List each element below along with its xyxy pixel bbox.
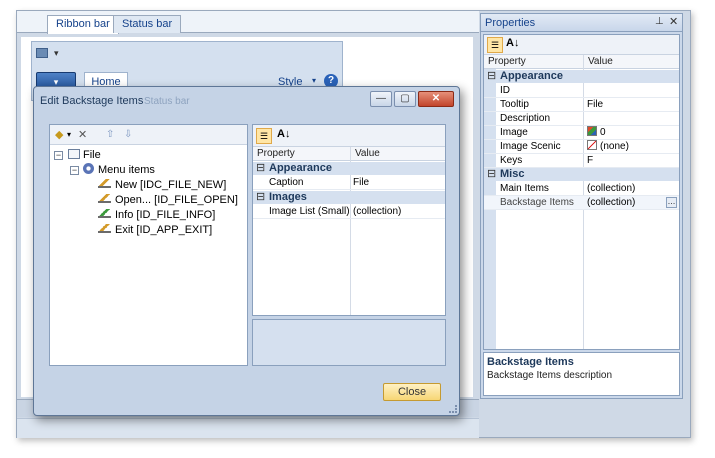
properties-category-appearance[interactable]: ⊟ Appearance [484,70,679,83]
collapse-icon[interactable]: ⊟ [256,191,265,204]
properties-title: Properties [485,17,536,29]
properties-description: Backstage Items Backstage Items descript… [483,352,680,396]
property-row-main-items[interactable]: Main Items (collection) [484,182,679,196]
edit-backstage-dialog: Edit Backstage Items Status bar — ▢ ✕ ◆ … [33,86,460,416]
collapse-icon[interactable]: ⊟ [487,70,496,83]
property-value[interactable]: (collection) [353,205,401,219]
properties-panel: Properties ⊥ ✕ ☰ A↓ Property Value ⊟ App… [480,13,683,399]
dialog-ghost-label: Status bar [144,96,190,107]
property-row-id[interactable]: ID [484,84,679,98]
sort-alpha-icon[interactable]: A↓ [506,37,519,49]
grid-header: Property Value [253,147,445,161]
dialog-property-grid: ☰ A↓ Property Value ⊟ Appearance Caption… [252,124,446,316]
properties-header-property: Property [488,56,526,67]
collapse-icon[interactable]: − [54,151,63,160]
editor-tabstrip: Ribbon bar Status bar [17,11,479,34]
property-row-backstage-items[interactable]: Backstage Items (collection) … [484,196,679,210]
tree-item-label: Info [ID_FILE_INFO] [115,209,216,221]
properties-title-bar: Properties ⊥ ✕ [481,14,682,32]
command-icon [98,224,111,233]
command-icon [98,194,111,203]
description-title: Backstage Items [487,356,574,368]
editor-status-strip [17,418,479,438]
properties-grid: ☰ A↓ Property Value ⊟ Appearance ID Tool… [483,34,680,350]
description-text: Backstage Items description [487,370,613,381]
tree-item[interactable]: Exit [ID_APP_EXIT] [98,223,212,238]
gear-icon [83,163,94,174]
tree-toolbar: ◆ ▾ ✕ ⇧ ⇩ [50,125,247,145]
delete-icon[interactable]: ✕ [78,128,87,142]
property-row-tooltip[interactable]: Tooltip File [484,98,679,112]
property-row-description[interactable]: Description [484,112,679,126]
close-button[interactable]: Close [383,383,441,401]
grid-header-value: Value [355,148,380,159]
property-row-keys[interactable]: Keys F [484,154,679,168]
properties-header-value: Value [588,56,613,67]
grid-row[interactable]: Image List (Small) (collection) [253,205,445,219]
resize-grip-icon[interactable] [449,405,457,413]
grid-category-images[interactable]: ⊟ Images [253,191,445,204]
tree-root-label: File [83,149,101,161]
ellipsis-button[interactable]: … [666,197,677,208]
add-dropdown-icon[interactable]: ▾ [67,128,71,142]
tree-item-label: Exit [ID_APP_EXIT] [115,224,213,236]
collapse-icon[interactable]: − [70,166,79,175]
no-image-icon [587,140,597,150]
tree-item-label: Open... [ID_FILE_OPEN] [115,194,238,206]
properties-toolbar: ☰ A↓ [484,35,679,55]
dialog-close-icon[interactable]: ✕ [418,91,454,107]
grid-category-appearance[interactable]: ⊟ Appearance [253,162,445,175]
backstage-tree: ◆ ▾ ✕ ⇧ ⇩ − File − Menu items New [IDC_F… [49,124,248,366]
pin-icon[interactable]: ⊥ [655,16,664,27]
close-icon[interactable]: ✕ [669,15,678,28]
tree-item[interactable]: Info [ID_FILE_INFO] [98,208,215,223]
tab-status-bar[interactable]: Status bar [113,15,182,33]
grid-toolbar: ☰ A↓ [253,125,445,147]
maximize-button[interactable]: ▢ [394,91,416,107]
property-row-image[interactable]: Image 0 [484,126,679,140]
dialog-description-pane [252,319,446,366]
property-row-image-scenic[interactable]: Image Scenic (none) [484,140,679,154]
property-value[interactable]: File [353,176,369,190]
move-up-icon[interactable]: ⇧ [106,128,114,142]
image-swatch-icon [587,126,597,136]
sort-alpha-icon[interactable]: A↓ [277,128,290,140]
grid-header-property: Property [257,148,295,159]
grid-row[interactable]: Caption File [253,176,445,190]
categorized-icon[interactable]: ☰ [256,128,272,144]
quick-access-icon[interactable] [36,48,48,58]
command-icon-green [98,209,111,218]
add-item-icon[interactable]: ◆ [55,128,63,142]
tree-item-label: New [IDC_FILE_NEW] [115,179,227,191]
tree-group-label: Menu items [98,164,155,176]
minimize-button[interactable]: — [370,91,392,107]
collapse-icon[interactable]: ⊟ [487,168,496,181]
style-dropdown-icon[interactable]: ▾ [312,76,316,85]
tree-item[interactable]: Open... [ID_FILE_OPEN] [98,193,238,208]
dialog-title: Edit Backstage Items [40,95,144,107]
properties-header: Property Value [484,55,679,69]
property-name: Image List (Small) [269,206,350,217]
tab-ribbon-bar[interactable]: Ribbon bar [47,15,119,34]
collapse-icon[interactable]: ⊟ [256,162,265,175]
file-icon [68,149,80,159]
properties-category-misc[interactable]: ⊟ Misc [484,168,679,181]
move-down-icon[interactable]: ⇩ [124,128,132,142]
qat-dropdown-icon[interactable]: ▾ [54,48,59,59]
categorized-icon[interactable]: ☰ [487,37,503,53]
property-name: Caption [269,177,304,188]
command-icon [98,179,111,188]
tree-item[interactable]: New [IDC_FILE_NEW] [98,178,226,193]
